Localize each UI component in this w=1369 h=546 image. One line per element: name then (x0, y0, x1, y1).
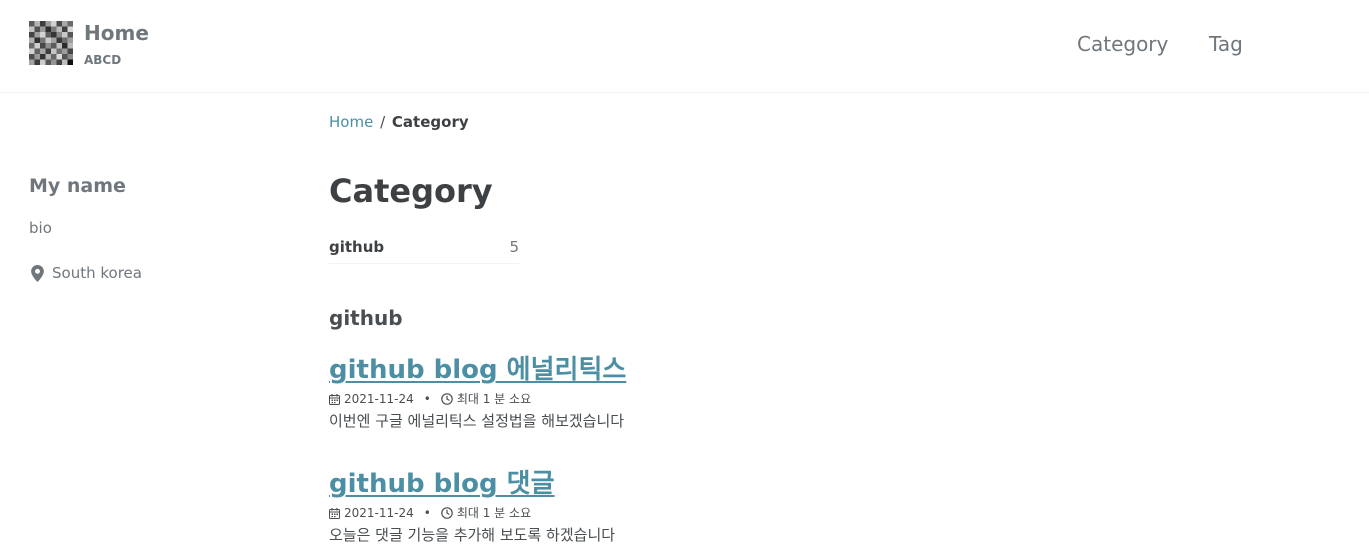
meta-separator: • (423, 506, 431, 520)
calendar-icon (329, 393, 340, 405)
author-location-text: South korea (52, 264, 142, 282)
nav-tag-link[interactable]: Tag (1209, 30, 1243, 58)
post-title-link[interactable]: github blog 에널리틱스 (329, 353, 626, 387)
clock-icon (441, 393, 453, 405)
breadcrumb-separator: / (380, 113, 386, 131)
breadcrumb: Home / Category (329, 111, 469, 133)
taxonomy-count: 5 (509, 238, 519, 256)
site-subtitle: ABCD (84, 53, 122, 67)
post-date: 2021-11-24 (344, 506, 414, 520)
breadcrumb-home-link[interactable]: Home (329, 113, 373, 131)
post-meta: 2021-11-24 • 최대 1 분 소요 (329, 505, 1029, 521)
site-logo[interactable] (29, 21, 73, 65)
map-marker-icon (31, 264, 44, 282)
author-location: South korea (31, 263, 142, 283)
post-item: github blog 댓글 2021-11-24 • 최대 1 분 소요 오늘… (329, 467, 1029, 545)
site-title[interactable]: Home (84, 20, 149, 46)
clock-icon (441, 507, 453, 519)
taxonomy-name: github (329, 238, 385, 256)
page-title: Category (329, 172, 493, 210)
post-date: 2021-11-24 (344, 392, 414, 406)
meta-separator: • (423, 392, 431, 406)
breadcrumb-current: Category (391, 113, 469, 131)
post-excerpt: 이번엔 구글 에널리틱스 설정법을 해보겠습니다 (329, 412, 625, 430)
masthead: Home ABCD Category Tag (0, 0, 1369, 93)
author-bio: bio (29, 219, 52, 237)
post-excerpt: 오늘은 댓글 기능을 추가해 보도록 하겠습니다 (329, 526, 616, 544)
post-title-link[interactable]: github blog 댓글 (329, 467, 555, 501)
post-item: github blog 에널리틱스 2021-11-24 • 최대 1 분 소요… (329, 353, 1029, 431)
post-read-time: 최대 1 분 소요 (456, 392, 532, 406)
calendar-icon (329, 507, 340, 519)
post-read-time: 최대 1 분 소요 (456, 506, 532, 520)
post-meta: 2021-11-24 • 최대 1 분 소요 (329, 391, 1029, 407)
taxonomy-item-github[interactable]: github 5 (329, 236, 519, 264)
author-name: My name (29, 175, 126, 197)
nav-category-link[interactable]: Category (1077, 30, 1168, 58)
section-title: github (329, 306, 403, 330)
